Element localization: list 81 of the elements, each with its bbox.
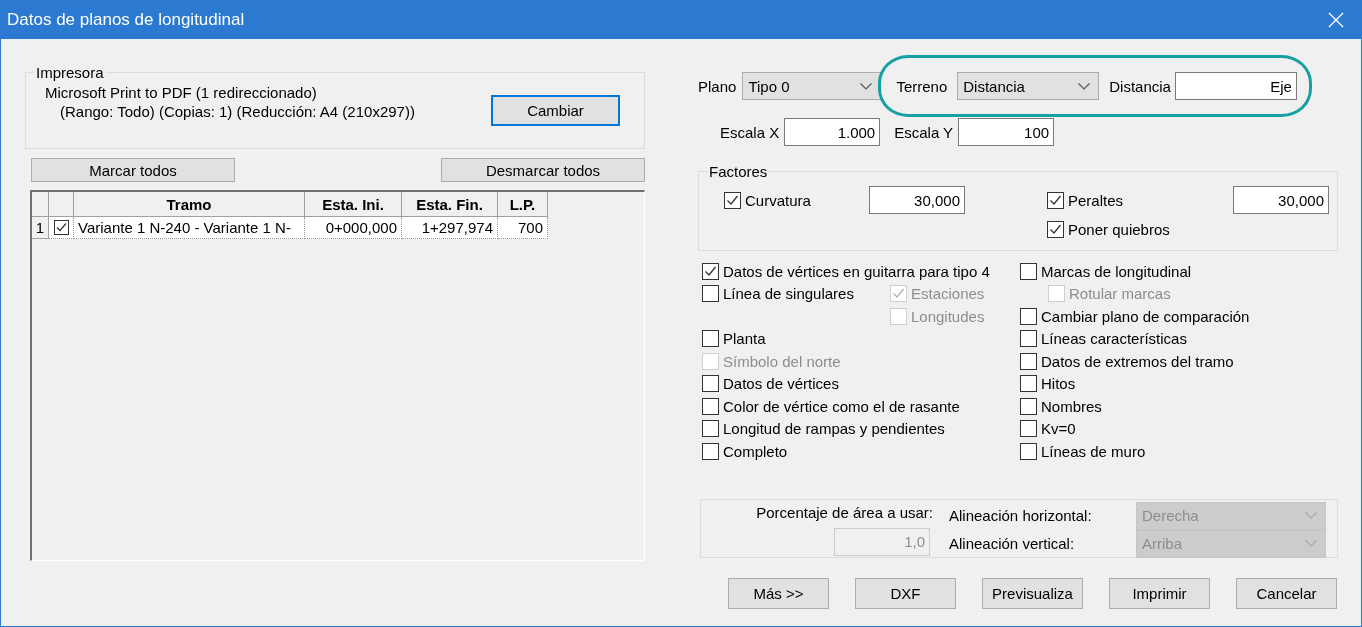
close-icon[interactable] — [1328, 12, 1344, 28]
factor-field[interactable]: 30,000 — [1233, 186, 1329, 214]
chevron-down-icon — [860, 82, 873, 90]
column-header: Tramo — [74, 192, 305, 217]
checkbox-label: Color de vértice como el de rasante — [723, 397, 960, 415]
scale-y-field[interactable]: 100 — [958, 118, 1055, 146]
checkbox[interactable] — [1020, 330, 1037, 348]
checkbox-label: Cambiar plano de comparación — [1041, 307, 1250, 325]
dialog-button[interactable]: DXF — [855, 577, 956, 609]
table-cell: 1+297,974 — [402, 217, 498, 239]
checkbox[interactable] — [702, 442, 719, 460]
checkbox-label: Símbolo del norte — [723, 352, 841, 370]
checkbox[interactable] — [1020, 420, 1037, 438]
chevron-down-icon — [1305, 540, 1317, 547]
field-label: Alineación vertical: — [949, 535, 1076, 552]
checkbox-label: Datos de vértices en guitarra para tipo 4 — [723, 262, 990, 280]
checkbox-label: Kv=0 — [1041, 420, 1076, 438]
checkbox[interactable] — [724, 191, 741, 209]
column-header: Esta. Ini. — [305, 192, 402, 217]
chevron-down-icon — [1078, 82, 1091, 90]
checkbox-label: Líneas características — [1041, 330, 1187, 348]
checkbox-label: Longitudes — [911, 307, 985, 325]
checkbox-label: Longitud de rampas y pendientes — [723, 420, 945, 438]
checkbox-label: Planta — [723, 330, 766, 348]
checkbox-label: Completo — [723, 442, 788, 460]
field-label: Terreno — [896, 77, 948, 95]
scale-x-field[interactable]: 1.000 — [784, 118, 881, 146]
chevron-down-icon — [1305, 512, 1317, 519]
checkbox-label: Poner quiebros — [1068, 220, 1170, 238]
checkbox-label: Estaciones — [911, 285, 985, 303]
dialog-button[interactable]: Más >> — [728, 577, 829, 609]
checkbox[interactable] — [1020, 375, 1037, 393]
checkbox-label: Curvatura — [745, 191, 811, 209]
printer-name: Microsoft Print to PDF (1 redireccionado) — [45, 83, 318, 102]
checkbox-label: Peraltes — [1068, 191, 1124, 209]
checkbox-label: Líneas de muro — [1041, 442, 1146, 460]
field-label: Porcentaje de área a usar: — [756, 503, 933, 521]
dialog-button[interactable]: Imprimir — [1109, 577, 1210, 609]
checkbox[interactable] — [53, 220, 69, 235]
select-button[interactable]: Marcar todos — [31, 158, 235, 182]
printer-details: (Rango: Todo) (Copias: 1) (Reducción: A4 (210x297)) — [59, 102, 416, 121]
checkbox[interactable] — [702, 375, 719, 393]
field-label: Distancia — [1109, 77, 1171, 95]
checkbox-label: Datos de vértices — [723, 375, 839, 393]
table-cell: 0+000,000 — [305, 217, 402, 239]
checkbox-label: Rotular marcas — [1069, 285, 1171, 303]
checkbox-label: Hitos — [1041, 375, 1076, 393]
table-cell: Variante 1 N-240 - Variante 1 N- — [74, 217, 305, 239]
checkbox[interactable] — [702, 285, 719, 303]
checkbox-label: Línea de singulares — [723, 285, 854, 303]
checkbox[interactable] — [1020, 397, 1037, 415]
row-number: 1 — [32, 217, 49, 239]
column-header: Esta. Fin. — [402, 192, 498, 217]
dialog-button[interactable]: Cancelar — [1236, 577, 1337, 609]
checkbox-label: Marcas de longitudinal — [1041, 262, 1192, 280]
select-button[interactable]: Desmarcar todos — [441, 158, 645, 182]
field-label: Escala Y — [894, 123, 954, 141]
plan-dropdown[interactable]: Tipo 0 — [742, 72, 882, 100]
checkbox[interactable] — [1047, 191, 1064, 209]
checkbox[interactable] — [702, 420, 719, 438]
checkbox[interactable] — [1020, 352, 1037, 370]
window-title: Datos de planos de longitudinal — [7, 10, 245, 30]
table-cell: 700 — [498, 217, 548, 239]
terrain-dropdown[interactable]: Distancia — [957, 72, 1100, 100]
column-header: L.P. — [498, 192, 548, 217]
field-label: Alineación horizontal: — [949, 507, 1093, 524]
checkbox[interactable] — [1047, 220, 1064, 238]
checkbox-label: Datos de extremos del tramo — [1041, 352, 1234, 370]
change-button[interactable]: Cambiar — [491, 95, 620, 126]
factor-field[interactable]: 30,000 — [869, 186, 965, 214]
checkbox[interactable] — [702, 330, 719, 348]
checkbox-label: Nombres — [1041, 397, 1102, 415]
distance-field[interactable]: Eje — [1174, 72, 1297, 100]
checkbox[interactable] — [1020, 442, 1037, 460]
dialog-button[interactable]: Previsualiza — [982, 577, 1083, 609]
checkbox[interactable] — [1020, 307, 1037, 325]
field-label: Plano — [698, 77, 737, 95]
checkbox[interactable] — [702, 262, 719, 280]
checkbox[interactable] — [702, 397, 719, 415]
field-label: Escala X — [720, 123, 780, 141]
checkbox[interactable] — [1020, 262, 1037, 280]
